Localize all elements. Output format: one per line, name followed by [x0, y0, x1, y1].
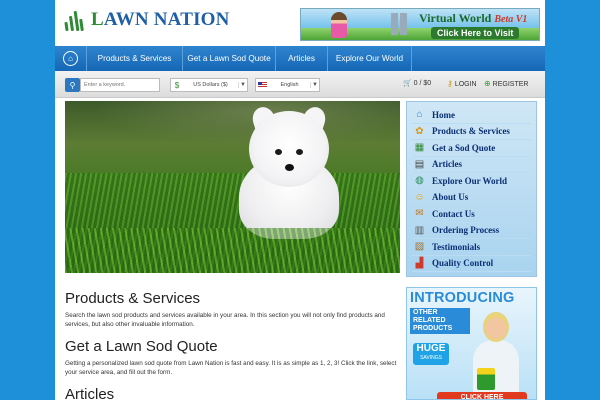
sidebar-item-about-us[interactable]: ☺ About Us: [412, 190, 531, 206]
products-icon: ✿: [415, 125, 424, 137]
chevron-down-icon: ▼: [310, 82, 319, 88]
search-button[interactable]: ⚲: [65, 78, 80, 92]
section-title[interactable]: Articles: [65, 386, 400, 400]
globe-icon: ◍: [415, 175, 424, 187]
section-text: Search the lawn sod products and service…: [65, 312, 385, 328]
sidebar-item-label: Ordering Process: [432, 225, 500, 236]
sidebar-item-label: Quality Control: [432, 258, 494, 269]
logo[interactable]: LAWN NATION: [63, 9, 230, 32]
section-title[interactable]: Get a Lawn Sod Quote: [65, 338, 400, 355]
search-input[interactable]: [80, 78, 160, 92]
home-icon: ⌂: [63, 51, 78, 66]
savings-badge: HUGE SAVINGS: [413, 343, 449, 365]
product-bucket-icon: [477, 368, 495, 390]
login-link[interactable]: ⚷ LOGIN: [447, 79, 477, 88]
logo-text: LAWN NATION: [91, 9, 230, 30]
girl-illustration: [331, 12, 347, 38]
towers-illustration: [391, 13, 407, 35]
sidebar-item-label: About Us: [432, 192, 469, 203]
smiley-icon: ☺: [414, 191, 425, 203]
section-title[interactable]: Products & Services: [65, 290, 400, 307]
chevron-down-icon: ▼: [238, 82, 247, 88]
section-quote: Get a Lawn Sod Quote Getting a personali…: [65, 338, 400, 377]
key-icon: ⚷: [447, 79, 453, 88]
sidebar-item-label: Get a Sod Quote: [432, 142, 496, 153]
sidebar-item-products-services[interactable]: ✿ Products & Services: [412, 124, 531, 140]
nav-item-explore[interactable]: Explore Our World: [328, 46, 412, 71]
currency-select[interactable]: $ US Dollars ($) ▼: [170, 78, 248, 92]
sidebar-item-quality-control[interactable]: ▟ Quality Control: [412, 256, 531, 272]
sidebar: ⌂ Home ✿ Products & Services ▦ Get a Sod Quot…: [406, 101, 537, 277]
cart-link[interactable]: 🛒 0 / $0: [403, 79, 431, 87]
sidebar-item-label: Products & Services: [432, 126, 510, 137]
nav-item-quote[interactable]: Get a Lawn Sod Quote: [183, 46, 276, 71]
section-text: Getting a personalized lawn sod quote fr…: [65, 360, 397, 376]
nav-home-button[interactable]: ⌂: [55, 46, 87, 71]
nav-item-products[interactable]: Products & Services: [87, 46, 183, 71]
sidebar-item-articles[interactable]: ▤ Articles: [412, 157, 531, 173]
page: LAWN NATION Virtual World Beta V1 Click …: [55, 0, 545, 400]
sidebar-item-ordering-process[interactable]: ▥ Ordering Process: [412, 223, 531, 239]
sidebar-item-testimonials[interactable]: ▧ Testimonials: [412, 239, 531, 256]
banner-title: Virtual World Beta V1: [419, 11, 528, 25]
plus-icon: ⊕: [484, 79, 491, 88]
us-flag-icon: [258, 82, 267, 88]
envelope-icon: ✉: [415, 208, 424, 220]
promo-subheading: OTHER RELATED PRODUCTS: [410, 308, 470, 334]
woman-illustration: [467, 308, 527, 399]
sidebar-item-get-a-sod-quote[interactable]: ▦ Get a Sod Quote: [412, 140, 531, 157]
sidebar-item-label: Articles: [432, 159, 462, 170]
document-icon: ▧: [414, 241, 425, 253]
quote-icon: ▦: [414, 142, 425, 154]
sidebar-item-label: Home: [432, 109, 455, 120]
virtual-world-banner[interactable]: Virtual World Beta V1 Click Here to Visi…: [300, 8, 540, 41]
section-articles: Articles: [65, 386, 400, 400]
language-select[interactable]: English ▼: [255, 78, 320, 92]
cart-icon: 🛒: [403, 80, 412, 87]
search-icon: ⚲: [69, 80, 76, 90]
nav-item-articles[interactable]: Articles: [276, 46, 328, 71]
sidebar-item-explore-our-world[interactable]: ◍ Explore Our World: [412, 173, 531, 190]
section-products: Products & Services Search the lawn sod …: [65, 290, 400, 329]
promo-cta-button[interactable]: CLICK HERE: [437, 392, 527, 399]
banner-link[interactable]: Click Here to Visit: [431, 27, 520, 39]
grass-logo-icon: [63, 9, 89, 32]
sidebar-item-label: Contact Us: [432, 208, 475, 219]
toolbar: ⚲ $ US Dollars ($) ▼ English ▼ 🛒 0 / $0 …: [55, 71, 545, 98]
hero-image: [65, 101, 400, 273]
dollar-icon: $: [174, 80, 180, 90]
sidebar-item-contact-us[interactable]: ✉ Contact Us: [412, 206, 531, 223]
promo-banner[interactable]: INTRODUCING OTHER RELATED PRODUCTS HUGE S…: [406, 287, 537, 400]
main-nav: ⌂ Products & Services Get a Lawn Sod Quo…: [55, 46, 545, 71]
main-content: Products & Services Search the lawn sod …: [65, 290, 400, 400]
header: LAWN NATION Virtual World Beta V1 Click …: [55, 0, 545, 44]
promo-heading: INTRODUCING: [410, 290, 515, 306]
house-icon: ⌂: [416, 109, 423, 121]
sidebar-item-label: Testimonials: [432, 241, 481, 252]
book-icon: ▤: [414, 158, 425, 170]
sidebar-item-home[interactable]: ⌂ Home: [412, 107, 531, 124]
sidebar-item-label: Explore Our World: [432, 175, 508, 186]
clipboard-icon: ▥: [414, 224, 425, 236]
puppy-illustration: [233, 104, 345, 239]
register-link[interactable]: ⊕ REGISTER: [484, 79, 528, 88]
bar-chart-icon: ▟: [415, 257, 424, 269]
